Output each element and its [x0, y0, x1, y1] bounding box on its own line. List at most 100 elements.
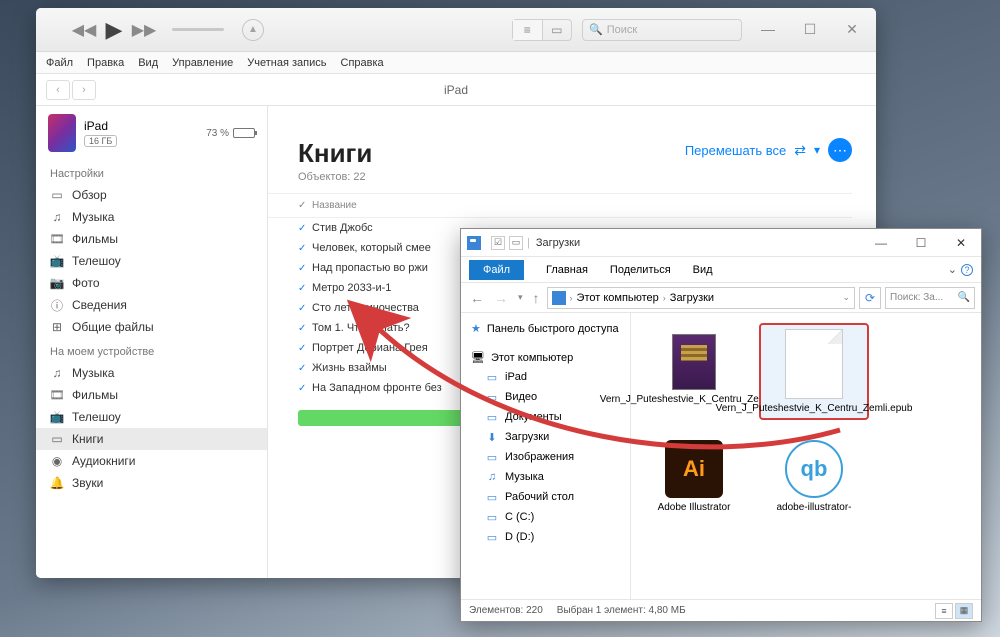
bell-icon: 🔔 [50, 476, 64, 490]
prev-icon[interactable]: ◀◀ [72, 18, 96, 42]
tree-item-ipad[interactable]: ▭iPad [461, 367, 630, 387]
crumb-pc[interactable]: Этот компьютер [577, 292, 659, 304]
search-input[interactable]: 🔍 Поиск [582, 19, 742, 41]
star-icon: ★ [471, 322, 481, 335]
shuffle-button[interactable]: Перемешать все [685, 143, 786, 158]
maximize-button[interactable]: ☐ [794, 21, 826, 38]
dropdown-icon[interactable]: ▾ [814, 143, 820, 157]
tree-item-downloads[interactable]: ⬇Загрузки [461, 427, 630, 447]
search-icon: 🔍 [958, 292, 970, 303]
tree-quick-access[interactable]: ★Панель быстрого доступа [461, 319, 630, 338]
sidebar-item-dev-sounds[interactable]: 🔔Звуки [36, 472, 267, 494]
explorer-search-input[interactable]: Поиск: За...🔍 [885, 287, 975, 309]
tree-item-documents[interactable]: ▭Документы [461, 407, 630, 427]
file-grid: Vern_J_Puteshestvie_K_Centru_Zemli.fb2 V… [631, 313, 981, 599]
tree-item-pictures[interactable]: ▭Изображения [461, 447, 630, 467]
tree-this-pc[interactable]: 🖥Этот компьютер [461, 348, 630, 367]
explorer-titlebar: ☑ ▭ | Загрузки — ☐ ✕ [461, 229, 981, 257]
close-button[interactable]: ✕ [941, 229, 981, 257]
sidebar-item-files[interactable]: ⊞Общие файлы [36, 316, 267, 338]
ribbon-tab-home[interactable]: Главная [546, 264, 588, 276]
nav-fwd-button[interactable]: › [72, 80, 96, 100]
explorer-icon [467, 236, 481, 250]
image-icon: ▭ [485, 450, 499, 464]
file-name: Adobe Illustrator [658, 502, 731, 513]
minimize-button[interactable]: — [752, 21, 784, 38]
music-icon: ♫ [50, 366, 64, 380]
sidebar-item-info[interactable]: ⓘСведения [36, 294, 267, 316]
sidebar: iPad 16 ГБ 73 % Настройки ▭Обзор ♫Музыка… [36, 106, 268, 578]
col-name[interactable]: Название [312, 200, 357, 211]
tree-item-drive-c[interactable]: ▭C (C:) [461, 507, 630, 527]
file-item[interactable]: Ai Adobe Illustrator [639, 430, 749, 517]
nav-fwd-icon[interactable]: → [491, 290, 511, 306]
menu-controls[interactable]: Управление [172, 57, 233, 69]
tree-item-desktop[interactable]: ▭Рабочий стол [461, 487, 630, 507]
sidebar-item-photos[interactable]: 📷Фото [36, 272, 267, 294]
book-icon: ▭ [50, 432, 64, 446]
doc-icon: ▭ [485, 410, 499, 424]
play-icon[interactable]: ▶ [102, 18, 126, 42]
sidebar-item-dev-movies[interactable]: 🎞Фильмы [36, 384, 267, 406]
battery-icon [233, 128, 255, 138]
file-item-selected[interactable]: Vern_J_Puteshestvie_K_Centru_Zemli.epub [759, 323, 869, 420]
menu-help[interactable]: Справка [341, 57, 384, 69]
sidebar-item-dev-tv[interactable]: 📺Телешоу [36, 406, 267, 428]
sidebar-item-music[interactable]: ♫Музыка [36, 206, 267, 228]
file-item[interactable]: qb adobe-illustrator- [759, 430, 869, 517]
sidebar-item-movies[interactable]: 🎞Фильмы [36, 228, 267, 250]
desktop-icon: ▭ [485, 490, 499, 504]
qat-divider: | [527, 237, 530, 249]
playback-controls: ◀◀ ▶ ▶▶ ▲ [72, 18, 264, 42]
maximize-button[interactable]: ☐ [901, 229, 941, 257]
tree-item-drive-d[interactable]: ▭D (D:) [461, 527, 630, 547]
download-icon: ⬇ [485, 430, 499, 444]
menu-file[interactable]: Файл [46, 57, 73, 69]
archive-icon [672, 334, 716, 390]
next-icon[interactable]: ▶▶ [132, 18, 156, 42]
ribbon-expand[interactable]: ⌄ ? [948, 263, 973, 276]
menu-view[interactable]: Вид [138, 57, 158, 69]
qat-checkbox[interactable]: ☑ [491, 236, 505, 250]
qat-folder-icon[interactable]: ▭ [509, 236, 523, 250]
close-button[interactable]: ✕ [836, 21, 868, 38]
sidebar-item-dev-books[interactable]: ▭Книги [36, 428, 267, 450]
ribbon-tab-file[interactable]: Файл [469, 260, 524, 280]
ribbon-tab-share[interactable]: Поделиться [610, 264, 671, 276]
chevron-down-icon[interactable]: ⌄ [842, 292, 850, 303]
sidebar-item-dev-audiobooks[interactable]: ◉Аудиокниги [36, 450, 267, 472]
view-toggle[interactable]: ≡▭ [512, 19, 572, 41]
minimize-button[interactable]: — [861, 229, 901, 257]
device-row[interactable]: iPad 16 ГБ 73 % [36, 106, 267, 160]
nav-tree: ★Панель быстрого доступа 🖥Этот компьютер… [461, 313, 631, 599]
menu-edit[interactable]: Правка [87, 57, 124, 69]
nav-up-icon[interactable]: ↑ [530, 290, 543, 306]
device-thumb-icon [48, 114, 76, 152]
window-buttons: — ☐ ✕ [752, 21, 868, 38]
sidebar-item-dev-music[interactable]: ♫Музыка [36, 362, 267, 384]
device-icon: ▭ [50, 188, 64, 202]
airplay-icon[interactable]: ▲ [242, 19, 264, 41]
tree-item-music[interactable]: ♫Музыка [461, 467, 630, 487]
document-icon [785, 329, 843, 399]
nav-back-icon[interactable]: ← [467, 290, 487, 306]
device-storage-badge: 16 ГБ [84, 135, 117, 147]
film-icon: 🎞 [50, 388, 64, 402]
info-icon: ⓘ [50, 298, 64, 312]
audiobook-icon: ◉ [50, 454, 64, 468]
nav-hist-icon[interactable]: ▾ [515, 292, 526, 303]
sidebar-item-overview[interactable]: ▭Обзор [36, 184, 267, 206]
nav-back-button[interactable]: ‹ [46, 80, 70, 100]
shuffle-icon[interactable]: ⇄ [794, 142, 806, 159]
sidebar-item-tv[interactable]: 📺Телешоу [36, 250, 267, 272]
menu-account[interactable]: Учетная запись [247, 57, 326, 69]
camera-icon: 📷 [50, 276, 64, 290]
crumb-downloads[interactable]: Загрузки [670, 292, 714, 304]
view-details-icon[interactable]: ≡ [935, 603, 953, 619]
more-button[interactable]: ⋯ [828, 138, 852, 162]
volume-slider[interactable] [172, 28, 224, 31]
ribbon-tab-view[interactable]: Вид [693, 264, 713, 276]
refresh-button[interactable]: ⟳ [859, 287, 881, 309]
view-thumbs-icon[interactable]: ▦ [955, 603, 973, 619]
breadcrumb-bar[interactable]: › Этот компьютер › Загрузки ⌄ [547, 287, 855, 309]
